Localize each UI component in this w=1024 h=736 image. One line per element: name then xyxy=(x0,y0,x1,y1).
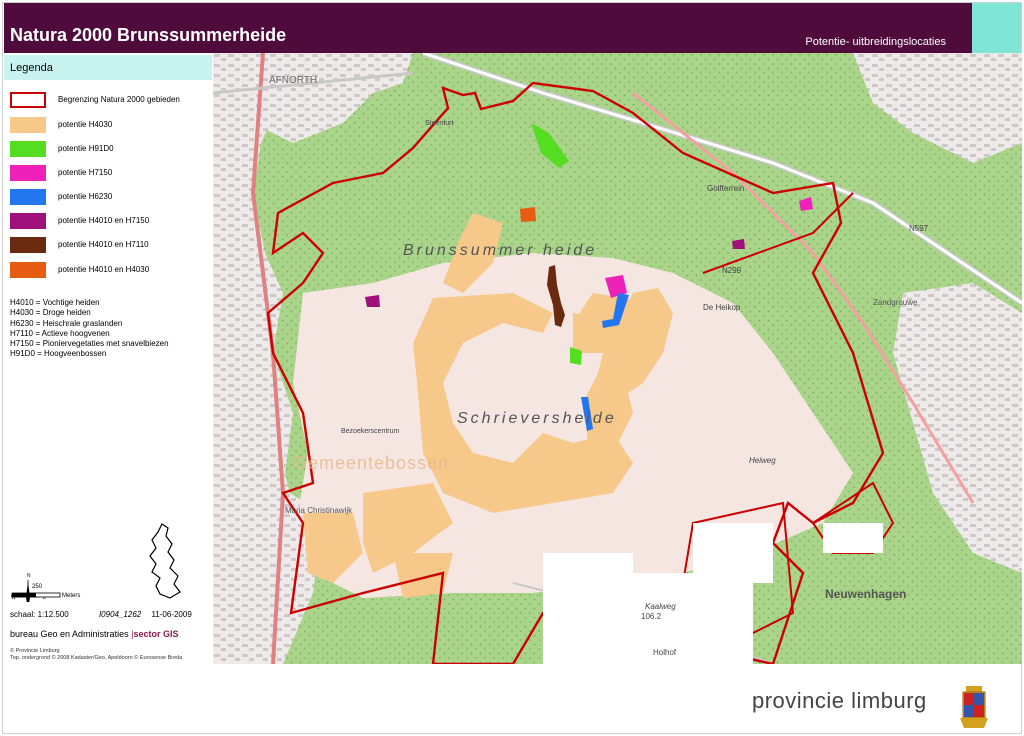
label-kaalweg: Kaalweg xyxy=(645,602,676,611)
label-schrieversheide: Schrieversheide xyxy=(457,410,617,427)
potential-h4010-h7150-area xyxy=(365,295,380,307)
label-de-heikop: De Heikop xyxy=(703,303,741,312)
legend-swatch xyxy=(10,213,46,229)
bureau-credit: bureau Geo en Administraties |sector GIS xyxy=(10,629,179,639)
legend-label: potentie H4030 xyxy=(58,120,113,129)
province-outline-icon xyxy=(149,523,181,599)
map-code: I0904_1262 xyxy=(98,610,142,619)
legend-label: potentie H4010 en H7110 xyxy=(58,240,149,249)
legend-swatch xyxy=(10,117,46,133)
map-scale: schaal: 1:12.500 xyxy=(10,610,69,619)
label-n597: N597 xyxy=(909,224,929,233)
label-n299: N299 xyxy=(722,266,742,275)
header-bar: Natura 2000 Brunssummerheide Potentie- u… xyxy=(4,3,972,53)
map-info: schaal: 1:12.500 I0904_1262 11-06-2009 xyxy=(10,610,192,619)
copyright: © Provincie Limburg Top. ondergrond © 20… xyxy=(10,648,182,662)
habitat-definition: H7110 = Actieve hoogvenen xyxy=(10,328,110,338)
legend-panel: Begrenzing Natura 2000 gebieden potentie… xyxy=(4,82,212,666)
legend-label: potentie H4010 en H7150 xyxy=(58,216,150,225)
coat-of-arms-icon xyxy=(960,686,988,728)
legend-swatch xyxy=(10,189,46,205)
scale-bar: 250 Meters xyxy=(11,584,80,599)
legend-swatch xyxy=(10,165,46,181)
legend-swatch xyxy=(10,92,46,108)
open-field xyxy=(543,553,633,664)
label-brunssummerheide: Brunssummer heide xyxy=(403,242,597,259)
habitat-definition: H91D0 = Hoogveenbossen xyxy=(10,349,107,359)
header-accent xyxy=(972,3,1021,53)
open-field xyxy=(823,523,883,553)
label-mariachristinawijk: Maria Christinawijk xyxy=(285,506,353,515)
scalebar-unit: Meters xyxy=(62,593,80,599)
legend-label: potentie H4010 en H4030 xyxy=(58,265,150,274)
bureau-name: bureau Geo en Administraties xyxy=(10,629,129,639)
label-golfterrein: Golfterrein xyxy=(707,184,744,193)
label-zandgrouwe: Zandgrouwe xyxy=(873,298,918,307)
legend-label: potentie H6230 xyxy=(58,192,113,201)
habitat-definitions: H4010 = Vochtige heiden H4030 = Droge he… xyxy=(10,298,169,360)
label-neuwenhagen: Neuwenhagen xyxy=(825,587,906,601)
legend-label: Begrenzing Natura 2000 gebieden xyxy=(58,95,180,104)
habitat-definition: H4030 = Droge heiden xyxy=(10,308,91,318)
legend-swatch xyxy=(10,262,46,278)
habitat-definition: H7150 = Pioniervegetaties met snavelbiez… xyxy=(10,339,169,349)
habitat-definition: H4010 = Vochtige heiden xyxy=(10,298,100,307)
legend-swatch xyxy=(10,141,46,157)
label-bezoekerscentrum: Bezoekerscentrum xyxy=(341,428,400,435)
bureau-sector: sector GIS xyxy=(133,629,179,639)
legend-label: potentie H91D0 xyxy=(58,144,114,153)
label-holhof: Holhof xyxy=(653,648,677,657)
map-date: 11-06-2009 xyxy=(151,610,192,619)
legend-swatch xyxy=(10,237,46,253)
map-title: Natura 2000 Brunssummerheide xyxy=(10,25,287,45)
label-gemeentebossen: Gemeentebossen xyxy=(293,453,449,473)
map-subtitle: Potentie- uitbreidingslocaties xyxy=(805,36,946,48)
copyright-line: © Provincie Limburg xyxy=(10,648,60,654)
scalebar-value: 250 xyxy=(32,584,43,590)
habitat-definition: H6230 = Heischrale graslanden xyxy=(10,318,123,328)
potential-h4010-h4030-area xyxy=(520,207,536,222)
legend-title: Legenda xyxy=(10,62,53,74)
label-height: 106.2 xyxy=(641,612,662,621)
copyright-line: Top. ondergrond © 2008 Kadaster/Geo, Ape… xyxy=(10,655,183,661)
legend-label: potentie H7150 xyxy=(58,168,113,177)
label-heiweg: Heiweg xyxy=(749,456,776,465)
map-svg: Brunssummer heide Schrieversheide Gemeen… xyxy=(213,53,1022,664)
province-logo-text: provincie limburg xyxy=(752,688,927,713)
label-afnorth: AFNORTH xyxy=(269,75,317,86)
label-steenfurt: Steenfurt xyxy=(425,120,453,127)
legend-title-bar: Legenda xyxy=(4,55,212,80)
map-canvas[interactable]: Brunssummer heide Schrieversheide Gemeen… xyxy=(213,53,1022,664)
